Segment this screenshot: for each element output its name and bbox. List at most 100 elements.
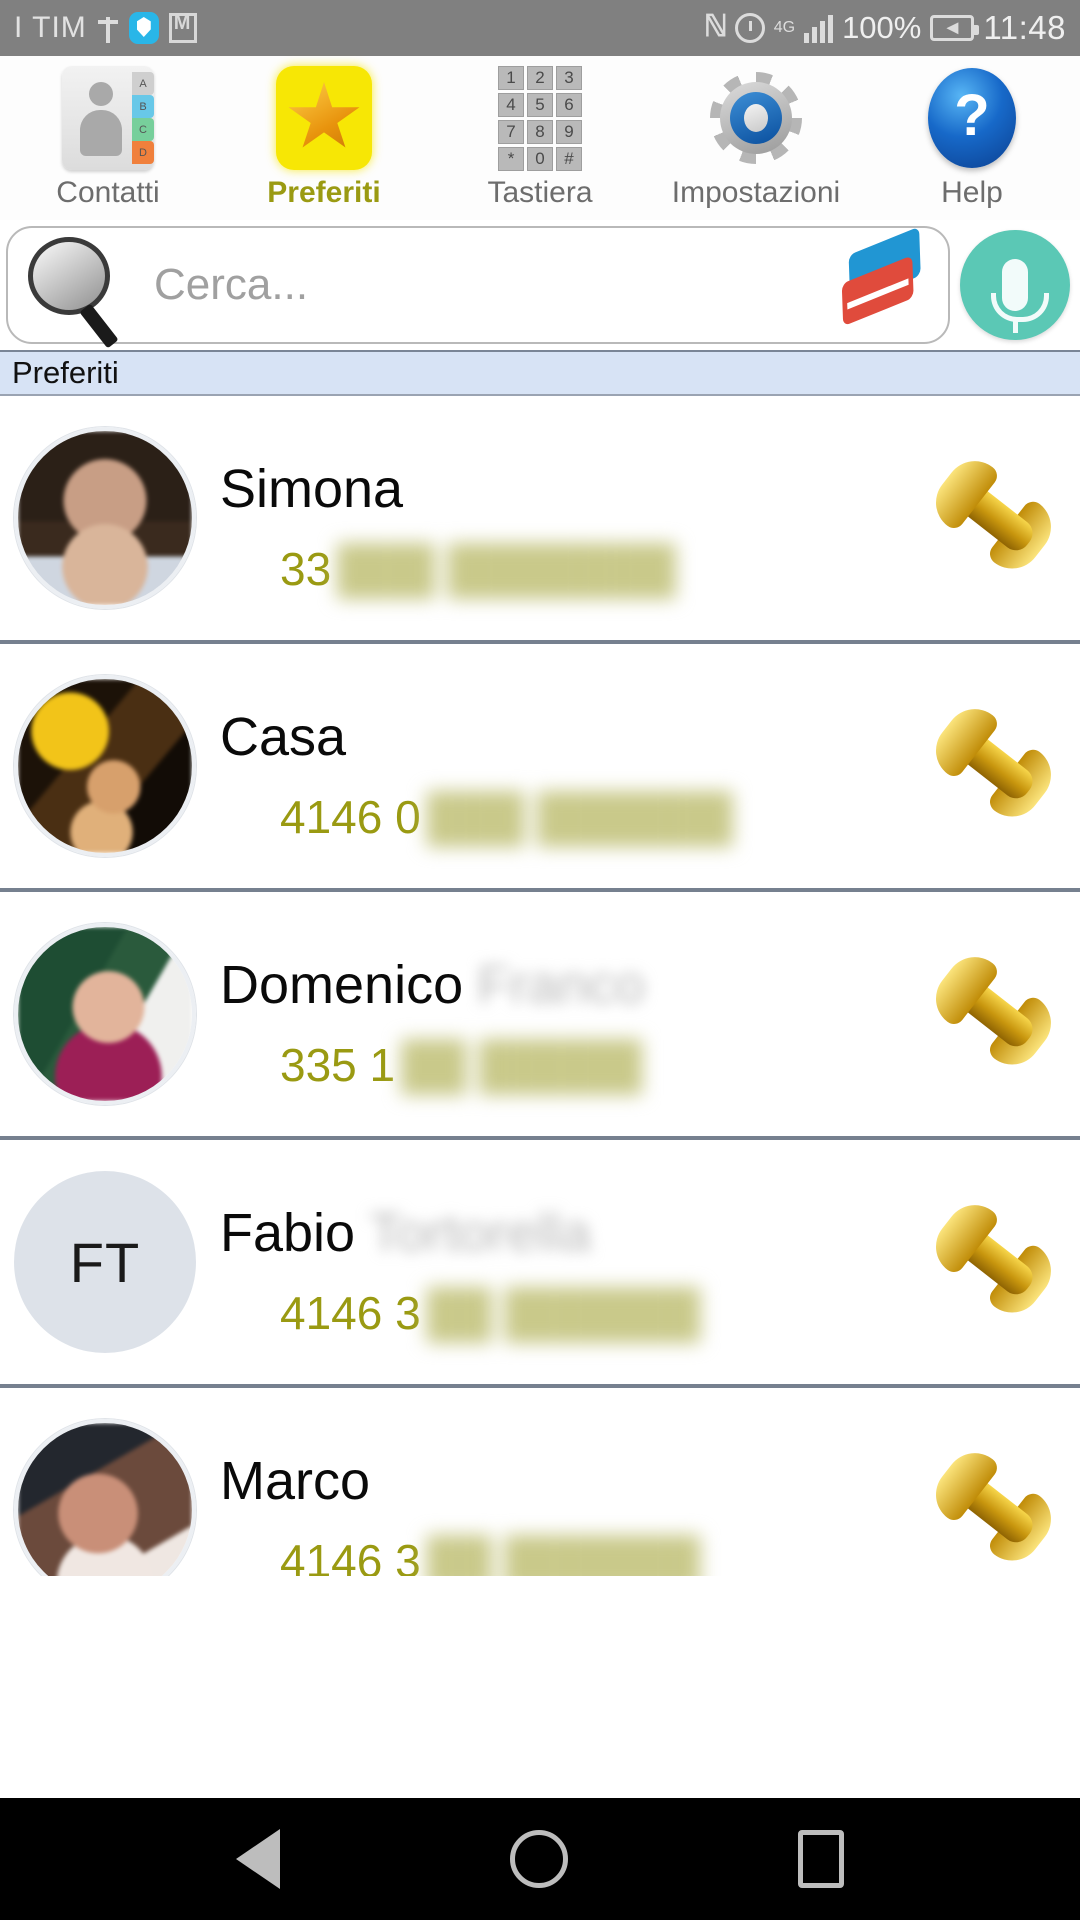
- contact-first-name: Marco: [220, 1451, 371, 1511]
- contact-number: 4146 3 ██ ██████: [220, 1286, 926, 1340]
- phone-handset-icon: [908, 683, 1074, 849]
- search-input[interactable]: [136, 260, 838, 310]
- keypad-key: 2: [527, 65, 553, 90]
- search-box[interactable]: [6, 226, 950, 349]
- contact-name: Simona: [220, 458, 926, 520]
- contact-row[interactable]: Casa 4146 0 ███ ██████: [0, 644, 1080, 892]
- battery-charging-icon: ◄: [930, 15, 980, 41]
- tab-help[interactable]: ? Help: [864, 64, 1080, 210]
- book-letter-d: D: [132, 141, 154, 164]
- gold-star-icon: [272, 64, 376, 172]
- keypad-key: 9: [556, 119, 582, 144]
- keypad-key: 3: [556, 65, 582, 90]
- tab-label-preferiti: Preferiti: [267, 176, 381, 209]
- book-letter-a: A: [132, 72, 154, 95]
- call-button[interactable]: [924, 443, 1063, 593]
- dial-keypad-icon: 1 2 3 4 5 6 7 8 9 * 0 #: [488, 64, 592, 172]
- search-row: [0, 220, 1080, 350]
- question-mark-icon: ?: [920, 64, 1024, 172]
- contact-row[interactable]: Marco 4146 3 ██ ██████: [0, 1388, 1080, 1576]
- tab-label-impostazioni: Impostazioni: [671, 176, 841, 209]
- call-button[interactable]: [924, 939, 1063, 1089]
- tab-impostazioni[interactable]: Impostazioni: [648, 64, 864, 210]
- avatar: [14, 427, 196, 609]
- tab-preferiti[interactable]: Preferiti: [216, 64, 432, 210]
- microphone-icon[interactable]: [960, 230, 1070, 340]
- avatar: [14, 1419, 196, 1576]
- contact-number-rest: ███ ███████: [337, 543, 676, 595]
- phone-handset-icon: [908, 931, 1074, 1097]
- clock-label: 11:48: [983, 9, 1066, 46]
- tab-tastiera[interactable]: 1 2 3 4 5 6 7 8 9 * 0 # Tastiera: [432, 64, 648, 210]
- call-button[interactable]: [924, 1187, 1063, 1337]
- contact-list-viewport[interactable]: Simona 33 ███ ███████ Casa 4146 0 ███ ██…: [0, 396, 1080, 1576]
- contact-number-prefix: 4146 0: [280, 791, 421, 843]
- contact-info: Casa 4146 0 ███ ██████: [196, 644, 926, 888]
- back-triangle-icon[interactable]: [236, 1829, 280, 1889]
- avatar: [14, 675, 196, 857]
- call-button[interactable]: [924, 691, 1063, 841]
- book-letter-c: C: [132, 118, 154, 141]
- contact-info: Domenico Franco 335 1 ██ █████: [196, 892, 926, 1136]
- nfc-icon: ℕ: [703, 10, 728, 43]
- keypad-key: 1: [498, 65, 524, 90]
- usb-icon: [97, 13, 119, 43]
- recents-square-icon[interactable]: [798, 1830, 844, 1888]
- battery-percent-label: 100%: [842, 10, 922, 45]
- phone-handset-icon: [908, 435, 1074, 601]
- contact-number-prefix: 335 1: [280, 1039, 396, 1091]
- home-circle-icon[interactable]: [510, 1830, 568, 1888]
- section-header-label: Preferiti: [12, 355, 119, 390]
- contact-number: 4146 0 ███ ██████: [220, 790, 926, 844]
- keypad-key: 5: [527, 92, 553, 117]
- contact-number-rest: ██ ██████: [426, 1287, 701, 1339]
- contact-list: Simona 33 ███ ███████ Casa 4146 0 ███ ██…: [0, 396, 1080, 1576]
- keypad-key: *: [498, 146, 524, 171]
- section-header-preferiti: Preferiti: [0, 350, 1080, 396]
- avatar: [14, 923, 196, 1105]
- eraser-icon[interactable]: [825, 226, 943, 342]
- contact-number-rest: ██ █████: [401, 1039, 643, 1091]
- keypad-key: 7: [498, 119, 524, 144]
- contacts-book-icon: A B C D: [56, 64, 160, 172]
- contact-info: Fabio Tortorella 4146 3 ██ ██████: [196, 1140, 926, 1384]
- contact-number: 4146 3 ██ ██████: [220, 1534, 926, 1576]
- contact-name: Casa: [220, 706, 926, 768]
- call-button[interactable]: [924, 1435, 1063, 1576]
- contact-first-name: Domenico: [220, 955, 464, 1015]
- contact-row[interactable]: Simona 33 ███ ███████: [0, 396, 1080, 644]
- mail-icon: [168, 12, 197, 43]
- contact-number-prefix: 4146 3: [280, 1287, 421, 1339]
- magnifier-icon: [18, 229, 136, 349]
- contact-number: 33 ███ ███████: [220, 542, 926, 596]
- contact-number-prefix: 4146 3: [280, 1535, 421, 1576]
- phone-handset-icon: [908, 1179, 1074, 1345]
- android-navigation-bar: [0, 1798, 1080, 1920]
- tab-label-contatti: Contatti: [56, 176, 160, 209]
- status-bar: I TIM ℕ 4G 100% ◄ 11:48: [0, 0, 1080, 56]
- alarm-icon: [734, 13, 765, 43]
- contact-number-rest: ███ ██████: [426, 791, 733, 843]
- contact-first-name: Fabio: [220, 1203, 356, 1263]
- avatar-initials-label: FT: [69, 1230, 141, 1294]
- contact-name: Marco: [220, 1450, 926, 1512]
- status-bar-right: ℕ 4G 100% ◄ 11:48: [704, 9, 1066, 47]
- contact-name: Fabio Tortorella: [220, 1202, 926, 1264]
- tab-label-tastiera: Tastiera: [487, 176, 593, 209]
- tab-contatti[interactable]: A B C D Contatti: [0, 64, 216, 210]
- avatar-initials: FT: [14, 1171, 196, 1353]
- contact-first-name: Casa: [220, 707, 347, 767]
- contact-first-name: Simona: [220, 459, 404, 519]
- contact-number-prefix: 33: [280, 543, 332, 595]
- contact-number-rest: ██ ██████: [426, 1535, 701, 1576]
- phone-handset-icon: [908, 1427, 1074, 1576]
- contact-last-name: Tortorella: [369, 1203, 592, 1263]
- contact-last-name: Franco: [477, 955, 646, 1015]
- contact-row[interactable]: FT Fabio Tortorella 4146 3 ██ ██████: [0, 1140, 1080, 1388]
- signal-bars-icon: [804, 13, 834, 43]
- keypad-key: #: [556, 146, 582, 171]
- top-tab-bar: A B C D Contatti Preferiti 1 2 3 4 5 6 7: [0, 56, 1080, 220]
- contact-name: Domenico Franco: [220, 954, 926, 1016]
- keypad-key: 4: [498, 92, 524, 117]
- contact-row[interactable]: Domenico Franco 335 1 ██ █████: [0, 892, 1080, 1140]
